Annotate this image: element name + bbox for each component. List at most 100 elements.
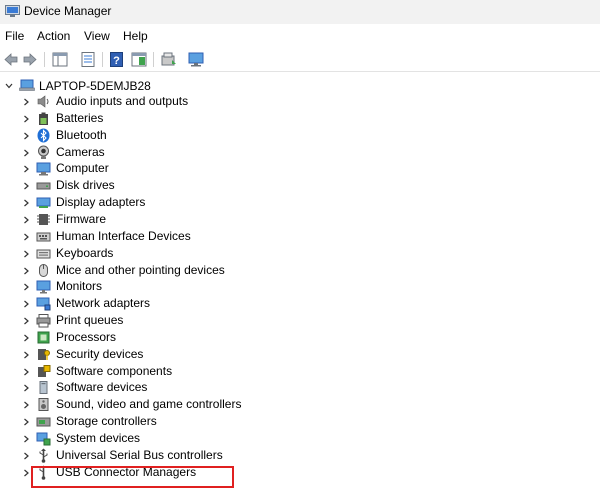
chevron-right-icon[interactable] [22, 216, 30, 224]
tree-item[interactable]: Print queues [0, 312, 600, 329]
toolbar-separator [44, 52, 45, 67]
back-icon[interactable] [2, 51, 20, 68]
window-title: Device Manager [24, 4, 112, 18]
software-component-icon [38, 364, 51, 377]
monitor-icon [36, 280, 51, 294]
keyboard-icon [36, 249, 51, 259]
chevron-down-icon[interactable] [5, 82, 13, 90]
tree-item[interactable]: Disk drives [0, 177, 600, 194]
tree-item[interactable]: Network adapters [0, 295, 600, 312]
chevron-right-icon[interactable] [22, 199, 30, 207]
tree-item-label-disk-drive: Disk drives [56, 178, 115, 193]
tree-item[interactable]: Human Interface Devices [0, 228, 600, 245]
tree-item-label-firmware: Firmware [56, 211, 106, 226]
tree-item-label-battery: Batteries [56, 110, 104, 125]
tree-item[interactable]: Monitors [0, 278, 600, 295]
action-pane-icon[interactable] [130, 51, 148, 68]
tree-item-label-monitor: Monitors [56, 279, 103, 294]
chevron-right-icon[interactable] [22, 165, 30, 173]
hid-icon [36, 232, 51, 242]
properties-icon[interactable] [79, 51, 97, 68]
menu-bar: File Action View Help [0, 27, 600, 47]
tree-item[interactable]: Processors [0, 329, 600, 346]
chevron-right-icon[interactable] [22, 98, 30, 106]
forward-icon[interactable] [21, 51, 39, 68]
tree-item[interactable]: Computer [0, 160, 600, 177]
tree-item-label-mouse: Mice and other pointing devices [56, 262, 225, 277]
svg-text:?: ? [113, 55, 120, 67]
tree-item-label-computer: Computer [56, 161, 109, 176]
scan-hardware-icon[interactable] [187, 51, 205, 68]
computer-icon [36, 162, 51, 176]
tree-item-label-software-device: Software devices [56, 380, 148, 395]
bluetooth-icon [37, 128, 50, 143]
chevron-right-icon[interactable] [22, 384, 30, 392]
tree-item[interactable]: System devices [0, 430, 600, 447]
chevron-right-icon[interactable] [22, 401, 30, 409]
tree-item[interactable]: Bluetooth [0, 127, 600, 144]
speaker-icon [37, 95, 49, 108]
tree-item[interactable]: Audio inputs and outputs [0, 93, 600, 110]
tree-item-label-usb: Universal Serial Bus controllers [56, 447, 223, 462]
menu-action[interactable]: Action [37, 29, 70, 43]
battery-icon [39, 112, 48, 125]
chevron-right-icon[interactable] [22, 267, 30, 275]
tree-item[interactable]: Display adapters [0, 194, 600, 211]
tree-item[interactable]: Software devices [0, 379, 600, 396]
tree-item[interactable]: Cameras [0, 144, 600, 161]
network-adapter-icon [36, 297, 51, 311]
storage-controller-icon [36, 417, 51, 427]
chevron-right-icon[interactable] [22, 283, 30, 291]
security-device-icon [38, 348, 50, 360]
tree-item[interactable]: Sound, video and game controllers [0, 396, 600, 413]
highlight-box [31, 466, 234, 488]
menu-file[interactable]: File [5, 29, 24, 43]
tree-item[interactable]: Mice and other pointing devices [0, 262, 600, 279]
show-hide-tree-icon[interactable] [51, 51, 69, 68]
disk-drive-icon [36, 182, 51, 190]
chevron-right-icon[interactable] [22, 418, 30, 426]
tree-item-label-system-device: System devices [56, 431, 141, 445]
chevron-right-icon[interactable] [22, 149, 30, 157]
tree-item-label-camera: Cameras [56, 144, 105, 159]
tree-item[interactable]: Security devices [0, 346, 600, 363]
chevron-right-icon[interactable] [22, 115, 30, 123]
chevron-right-icon[interactable] [22, 368, 30, 376]
tree-item-label-printer: Print queues [56, 313, 124, 328]
tree-item[interactable]: Firmware [0, 211, 600, 228]
tree-root[interactable]: LAPTOP-5DEMJB28 [0, 77, 600, 94]
toolbar-separator [102, 52, 103, 67]
usb-icon [39, 448, 48, 463]
chevron-right-icon[interactable] [22, 452, 30, 460]
help-icon[interactable]: ? [108, 51, 126, 68]
mouse-icon [39, 263, 48, 277]
tree-item-label-bluetooth: Bluetooth [56, 127, 107, 142]
update-driver-icon[interactable] [160, 51, 178, 68]
tree-item[interactable]: Keyboards [0, 245, 600, 262]
chevron-right-icon[interactable] [22, 435, 30, 443]
tree-item-label-software-component: Software components [56, 363, 173, 378]
tree-item[interactable]: Batteries [0, 110, 600, 127]
tree-item[interactable]: Storage controllers [0, 413, 600, 430]
chevron-right-icon[interactable] [22, 334, 30, 342]
display-adapter-icon [36, 197, 51, 209]
printer-icon [36, 314, 51, 328]
software-device-icon [39, 381, 48, 395]
tree-item-label-network-adapter: Network adapters [56, 296, 151, 311]
processor-icon [37, 331, 50, 344]
menu-help[interactable]: Help [123, 29, 148, 43]
chevron-right-icon[interactable] [22, 233, 30, 241]
chevron-right-icon[interactable] [22, 317, 30, 325]
menu-view[interactable]: View [84, 29, 110, 43]
tree-item-label-security-device: Security devices [56, 346, 144, 361]
chevron-right-icon[interactable] [22, 469, 30, 477]
chevron-right-icon[interactable] [22, 182, 30, 190]
chevron-right-icon[interactable] [22, 250, 30, 258]
chevron-right-icon[interactable] [22, 300, 30, 308]
chevron-right-icon[interactable] [22, 132, 30, 140]
tree-item[interactable]: Universal Serial Bus controllers [0, 447, 600, 464]
tree-item[interactable]: Software components [0, 363, 600, 380]
tree-item-label-keyboard: Keyboards [56, 245, 114, 260]
toolbar: ? [0, 49, 600, 72]
chevron-right-icon[interactable] [22, 351, 30, 359]
